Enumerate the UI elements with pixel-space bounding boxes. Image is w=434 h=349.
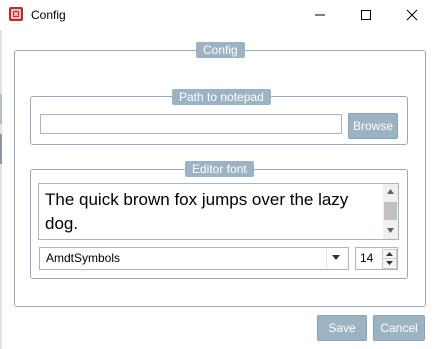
- window-title: Config: [31, 8, 66, 22]
- chevron-down-icon: [387, 228, 394, 233]
- minimize-button[interactable]: [297, 0, 343, 30]
- title-bar: Config: [0, 0, 434, 30]
- preview-scrollbar[interactable]: [383, 184, 398, 239]
- left-edge-mark: [0, 134, 2, 164]
- close-icon: [406, 9, 418, 21]
- maximize-button[interactable]: [343, 0, 389, 30]
- path-group-label: Path to notepad: [172, 89, 271, 105]
- chevron-up-icon: [386, 252, 393, 256]
- save-button[interactable]: Save: [317, 315, 367, 341]
- cancel-button[interactable]: Cancel: [373, 315, 425, 341]
- font-family-value: AmdtSymbols: [46, 251, 121, 265]
- size-decrease-button[interactable]: [382, 258, 397, 269]
- editor-font-group-label: Editor font: [185, 161, 254, 177]
- scroll-down-button[interactable]: [383, 224, 398, 238]
- select-divider: [326, 248, 327, 269]
- scroll-thumb[interactable]: [384, 202, 397, 220]
- font-size-value: 14: [360, 251, 374, 265]
- chevron-up-icon: [387, 189, 394, 194]
- scroll-up-button[interactable]: [383, 185, 398, 199]
- left-edge-mark: [0, 94, 2, 124]
- notepad-path-input[interactable]: [40, 114, 342, 134]
- chevron-down-icon: [332, 255, 340, 260]
- close-button[interactable]: [389, 0, 434, 30]
- config-group-label: Config: [196, 42, 245, 58]
- maximize-icon: [361, 10, 371, 20]
- minimize-icon: [315, 14, 325, 16]
- browse-button[interactable]: Browse: [348, 113, 398, 139]
- font-size-stepper[interactable]: 14: [355, 247, 398, 270]
- chevron-down-icon: [386, 261, 393, 265]
- font-preview-text: The quick brown fox jumps over the lazy …: [45, 190, 349, 233]
- font-preview-box[interactable]: The quick brown fox jumps over the lazy …: [38, 183, 399, 240]
- app-icon: [9, 7, 23, 21]
- font-family-select[interactable]: AmdtSymbols: [39, 247, 349, 270]
- left-edge: [0, 30, 2, 349]
